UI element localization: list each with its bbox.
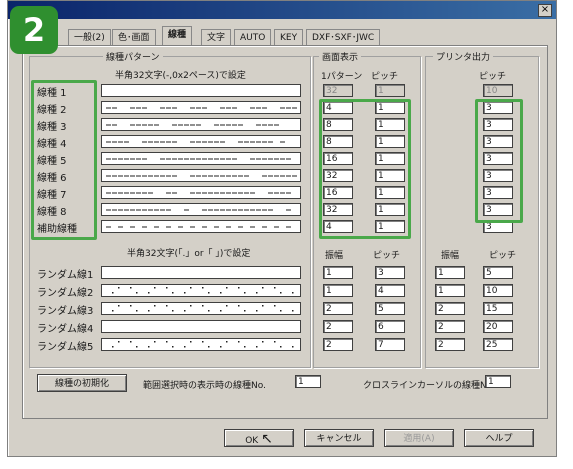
screen-pattern-input[interactable]: 32 [323,84,353,97]
random-line-label: ランダム線4 [37,324,94,335]
screen-display-title: 画面表示 [319,50,362,63]
line-pattern-preview [106,141,285,143]
line-pattern-field[interactable] [101,101,301,114]
random-printer-pitch-input[interactable]: 10 [483,284,513,297]
crossline-cursor-line-no-input[interactable]: 1 [485,375,511,388]
tab-key[interactable]: KEY [274,29,304,46]
line-pattern-preview [106,124,279,126]
line-pattern-preview [106,107,297,109]
random-printer-pitch-input[interactable]: 25 [483,338,513,351]
random-printer-col-amplitude: 振幅 [441,251,460,261]
random-pattern-preview [102,321,300,332]
line-pattern-preview [106,175,297,177]
crossline-cursor-label: クロスラインカーソルの線種No. [363,381,495,391]
random-screen-pitch-input[interactable]: 6 [375,320,405,333]
random-printer-amplitude-input[interactable]: 2 [435,302,465,315]
printer-output-highlight [475,99,523,223]
settings-dialog: × 一般(2) 色･画面 線種 文字 AUTO KEY DXF･SXF･JWC … [7,0,557,457]
random-printer-pitch-input[interactable]: 5 [483,266,513,279]
random-screen-amplitude-input[interactable]: 1 [323,284,353,297]
random-screen-pitch-input[interactable]: 7 [375,338,405,351]
random-screen-amplitude-input[interactable]: 1 [323,266,353,279]
random-printer-amplitude-input[interactable]: 2 [435,338,465,351]
random-screen-amplitude-input[interactable]: 2 [323,302,353,315]
pattern-note: 半角32文字(-,0x2ペース)で設定 [115,71,246,81]
random-printer-col-pitch: ピッチ [489,251,517,261]
range-select-label: 範囲選択時の表示時の線種No. [143,381,266,391]
close-button[interactable]: × [538,4,552,17]
random-printer-pitch-input[interactable]: 15 [483,302,513,315]
random-line-label: ランダム線5 [37,342,94,353]
line-pattern-preview [106,226,291,228]
line-pattern-field[interactable] [101,118,301,131]
ok-button-label: OK [245,436,259,446]
range-select-line-no-input[interactable]: 1 [295,375,321,388]
line-pattern-field[interactable] [101,135,301,148]
line-pattern-preview [102,85,300,96]
tab-text[interactable]: 文字 [201,29,232,46]
ok-button[interactable]: OK ↖ [224,429,294,447]
random-screen-pitch-input[interactable]: 4 [375,284,405,297]
line-type-panel: 線種パターン 半角32文字(-,0x2ペース)で設定 画面表示 1パターン ピッ… [22,45,548,419]
random-pattern-preview [102,267,300,278]
screen-display-highlight [319,99,411,239]
title-bar: × [8,1,556,19]
tab-line-type[interactable]: 線種 [162,26,193,46]
random-screen-pitch-input[interactable]: 3 [375,266,405,279]
mouse-pointer-icon: ↖ [261,431,273,447]
random-line-label: ランダム線3 [37,306,94,317]
printer-pitch-input[interactable]: 10 [483,84,513,97]
printer-col-pitch: ピッチ [479,72,507,82]
line-pattern-preview [106,209,291,211]
tab-dxf[interactable]: DXF･SXF･JWC [306,29,381,46]
tab-auto[interactable]: AUTO [234,29,272,46]
line-pattern-field[interactable] [101,186,301,199]
line-pattern-group-title: 線種パターン [103,50,163,63]
line-pattern-field[interactable] [101,169,301,182]
screen-col-pitch: ピッチ [371,72,399,82]
random-line-label: ランダム線2 [37,288,94,299]
random-pattern-field[interactable] [101,338,301,351]
line-pattern-field[interactable] [101,220,301,233]
random-pattern-field[interactable] [101,302,301,315]
random-screen-amplitude-input[interactable]: 2 [323,320,353,333]
random-pattern-field[interactable] [101,320,301,333]
random-screen-col-pitch: ピッチ [373,251,401,261]
random-pattern-field[interactable] [101,284,301,297]
line-type-labels-highlight [31,80,97,240]
tab-color-screen[interactable]: 色･画面 [112,29,156,46]
screen-pitch-input[interactable]: 1 [375,84,405,97]
random-screen-amplitude-input[interactable]: 2 [323,338,353,351]
random-pattern-preview [112,305,294,312]
random-line-label: ランダム線1 [37,270,94,281]
random-pattern-preview [112,287,294,294]
random-screen-pitch-input[interactable]: 5 [375,302,405,315]
init-line-types-button[interactable]: 線種の初期化 [37,374,127,392]
line-pattern-field[interactable] [101,152,301,165]
screen-col-pattern: 1パターン [321,72,363,82]
random-pattern-field[interactable] [101,266,301,279]
help-button[interactable]: ヘルプ [464,429,534,447]
line-pattern-preview [106,158,291,160]
apply-button[interactable]: 適用(A) [384,429,454,447]
random-printer-pitch-input[interactable]: 20 [483,320,513,333]
tab-general[interactable]: 一般(2) [68,29,111,46]
cancel-button[interactable]: キャンセル [304,429,374,447]
line-pattern-field[interactable] [101,84,301,97]
random-printer-amplitude-input[interactable]: 2 [435,320,465,333]
random-printer-amplitude-input[interactable]: 1 [435,284,465,297]
random-pattern-preview [112,341,294,348]
random-pattern-note: 半角32文字(「.」or「 」)で設定 [127,249,251,259]
random-printer-amplitude-input[interactable]: 1 [435,266,465,279]
printer-output-title: プリンタ出力 [433,50,494,63]
line-pattern-field[interactable] [101,203,301,216]
line-pattern-preview [106,192,291,194]
random-screen-col-amplitude: 振幅 [325,251,344,261]
step-badge: 2 [10,6,58,54]
